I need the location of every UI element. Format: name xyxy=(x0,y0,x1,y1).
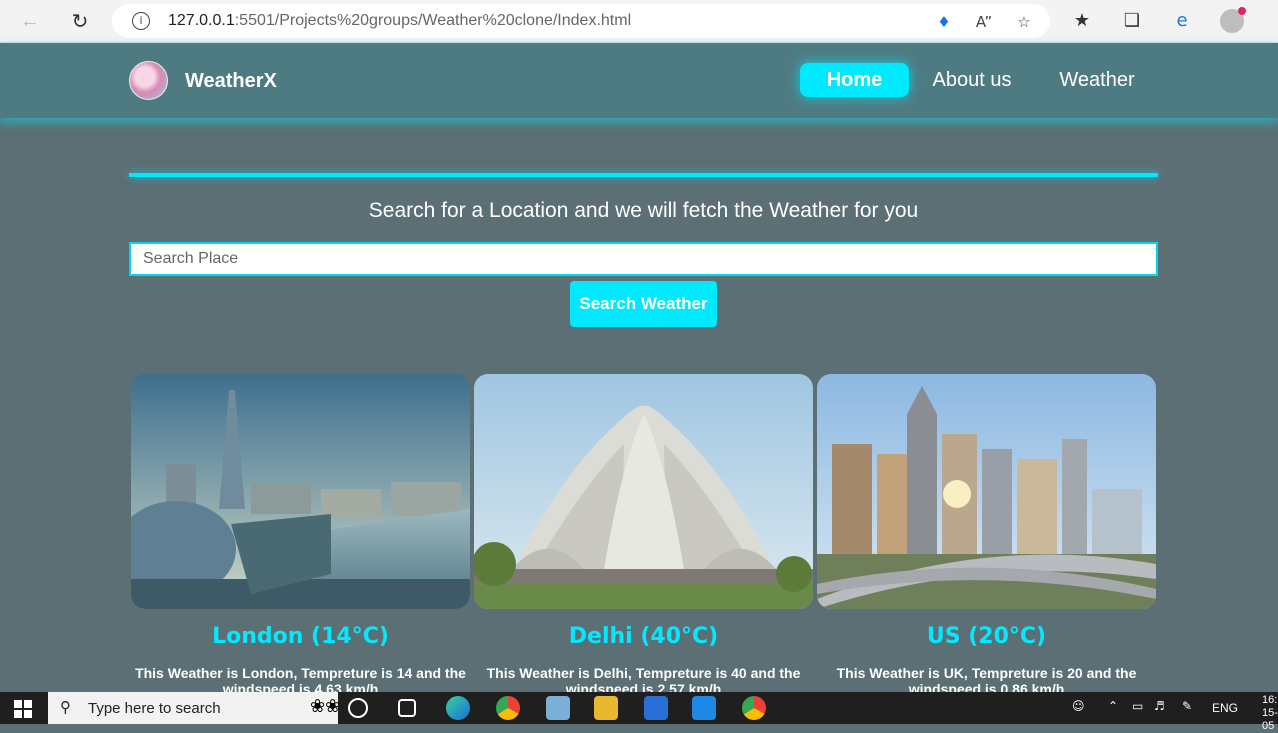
vscode-icon[interactable] xyxy=(692,696,716,720)
task-view-icon[interactable] xyxy=(398,699,416,717)
address-bar[interactable]: i 127.0.0.1:5501/Projects%20groups/Weath… xyxy=(112,4,1050,38)
search-weather-button[interactable]: Search Weather xyxy=(570,281,717,327)
chrome-taskbar-icon[interactable] xyxy=(496,696,520,720)
volume-icon[interactable]: ♬ xyxy=(1154,699,1165,713)
app-icon[interactable] xyxy=(644,696,668,720)
glow-divider xyxy=(129,173,1158,177)
browser-toolbar: ← ↻ i 127.0.0.1:5501/Projects%20groups/W… xyxy=(0,0,1278,43)
edge-taskbar-icon[interactable] xyxy=(446,696,470,720)
city-title: Delhi (40°C) xyxy=(568,624,719,649)
site-info-icon[interactable]: i xyxy=(132,12,150,30)
file-explorer-icon[interactable] xyxy=(594,696,618,720)
windows-start-icon[interactable] xyxy=(14,700,32,718)
read-aloud-icon[interactable]: A” xyxy=(974,12,994,32)
language-indicator[interactable]: ENG xyxy=(1212,701,1238,715)
nav-home[interactable]: Home xyxy=(800,63,909,97)
profile-avatar[interactable] xyxy=(1220,7,1246,33)
cortana-icon[interactable] xyxy=(348,698,368,718)
nav-about[interactable]: About us xyxy=(922,63,1022,97)
lotus-temple-image xyxy=(474,374,813,609)
notepad-icon[interactable] xyxy=(546,696,570,720)
city-card-delhi: Delhi (40°C) This Weather is Delhi, Temp… xyxy=(474,374,813,697)
city-title: US (20°C) xyxy=(926,624,1047,649)
collections-icon[interactable]: ❏ xyxy=(1120,9,1144,33)
site-header: WeatherX Home About us Weather xyxy=(0,44,1278,118)
pen-icon[interactable]: ✎ xyxy=(1182,699,1192,713)
london-skyline-image xyxy=(131,374,470,609)
tag-icon[interactable]: ♦ xyxy=(934,12,954,32)
chrome-taskbar-icon-2[interactable] xyxy=(742,696,766,720)
city-title: London (14°C) xyxy=(212,624,389,649)
city-card-us: US (20°C) This Weather is UK, Tempreture… xyxy=(817,374,1156,697)
nav-weather[interactable]: Weather xyxy=(1050,63,1144,97)
back-arrow-icon[interactable]: ← xyxy=(14,5,46,37)
url-text: 127.0.0.1:5501/Projects%20groups/Weather… xyxy=(168,12,632,29)
flowers-icon: ❀❀ xyxy=(310,696,341,717)
search-icon: ⚲ xyxy=(60,698,71,716)
us-skyline-image xyxy=(817,374,1156,609)
people-icon[interactable]: ☺ xyxy=(1072,699,1085,713)
favorites-icon[interactable]: ★ xyxy=(1070,9,1094,33)
windows-taskbar: ⚲ Type here to search ❀❀ ☺ ⌃ ▭ ♬ ✎ ENG 1… xyxy=(0,692,1278,732)
reload-icon[interactable]: ↻ xyxy=(64,5,96,37)
search-input[interactable] xyxy=(129,242,1158,276)
network-icon[interactable]: ▭ xyxy=(1132,699,1143,713)
taskbar-search[interactable]: ⚲ Type here to search ❀❀ xyxy=(48,692,341,724)
taskbar-search-placeholder: Type here to search xyxy=(88,700,221,717)
page-subtitle: Search for a Location and we will fetch … xyxy=(368,199,919,222)
add-favorite-icon[interactable]: ☆ xyxy=(1014,12,1034,32)
brand-name: WeatherX xyxy=(185,70,277,92)
edge-icon[interactable]: e xyxy=(1170,9,1194,33)
chevron-up-icon[interactable]: ⌃ xyxy=(1108,699,1118,713)
brand-logo xyxy=(129,61,168,100)
city-card-london: London (14°C) This Weather is London, Te… xyxy=(131,374,470,697)
clock[interactable]: 16: 15-05 xyxy=(1262,694,1278,733)
